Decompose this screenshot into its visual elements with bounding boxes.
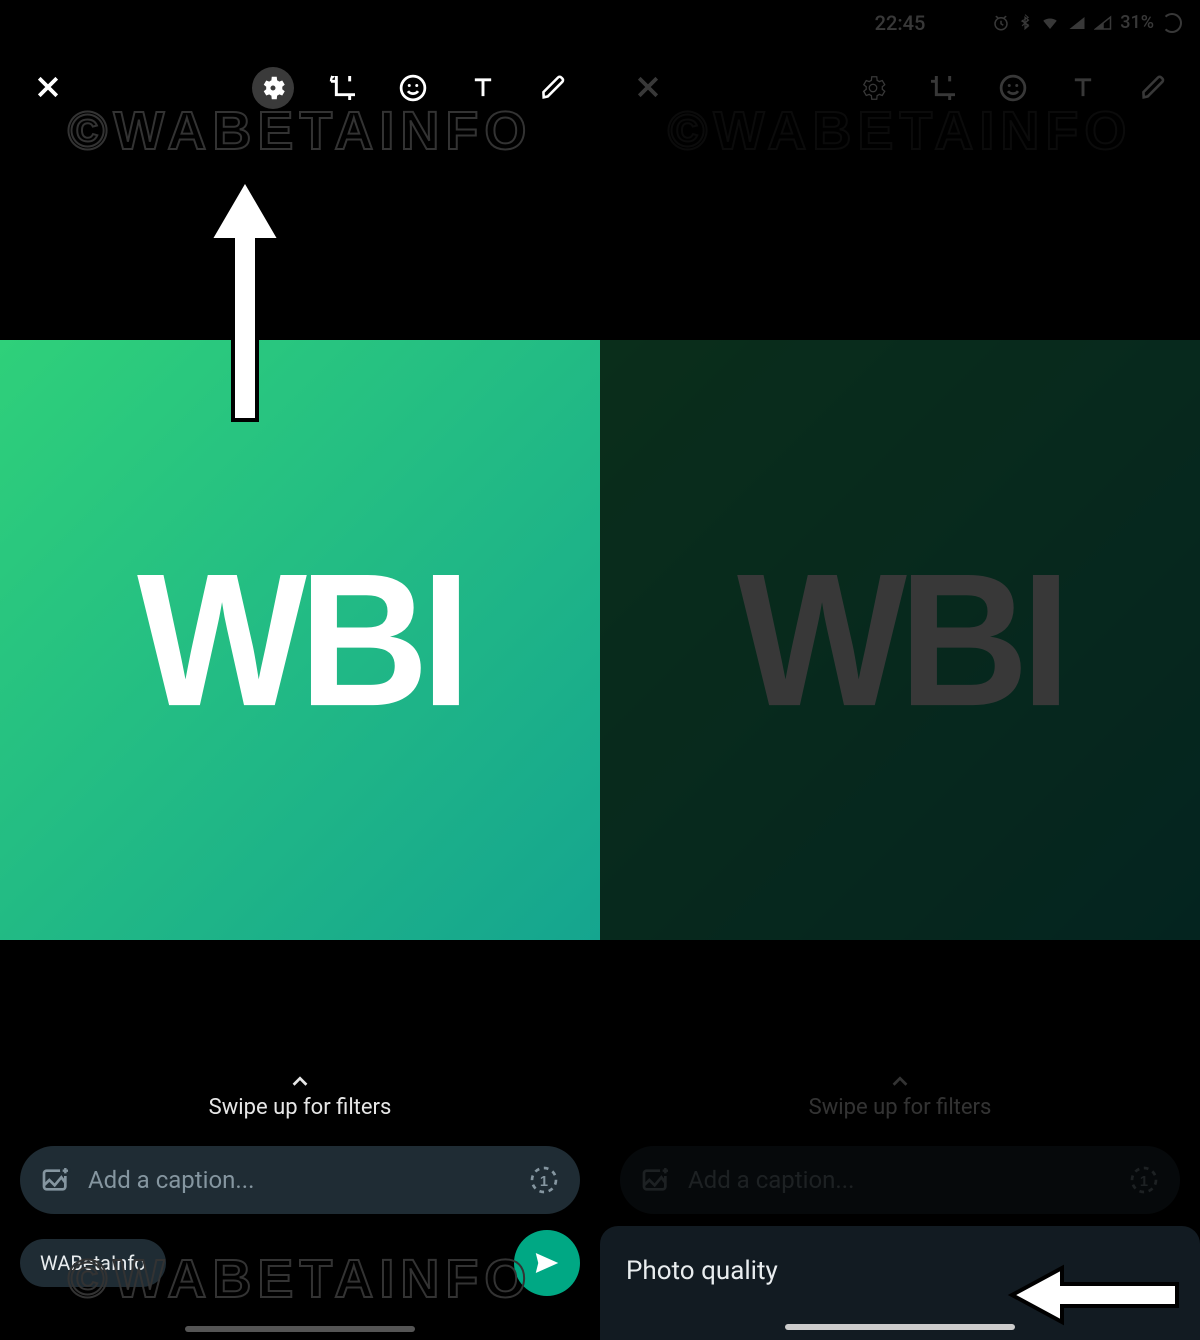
text-icon (1069, 74, 1097, 102)
battery-percent: 31% (1120, 12, 1154, 33)
swipe-hint-label: Swipe up for filters (809, 1095, 992, 1120)
image-logo-text: WBI (137, 531, 463, 748)
status-bar: 22:45 31% (600, 0, 1200, 45)
loading-spinner-icon (1162, 13, 1182, 33)
crop-rotate-button[interactable] (922, 67, 964, 109)
pencil-icon (539, 74, 567, 102)
signal-icon-2 (1094, 14, 1112, 32)
send-button[interactable] (514, 1230, 580, 1296)
view-once-icon[interactable]: 1 (528, 1164, 560, 1196)
crop-rotate-icon (927, 72, 959, 104)
chevron-up-icon (887, 1071, 913, 1093)
annotation-arrow-up (195, 170, 295, 430)
text-button[interactable] (462, 67, 504, 109)
status-icons: 31% (992, 0, 1182, 45)
caption-input[interactable]: Add a caption... (88, 1166, 512, 1194)
caption-input-row: Add a caption... 1 (20, 1146, 580, 1214)
wifi-icon (1040, 14, 1060, 32)
close-icon (633, 72, 663, 102)
status-time: 22:45 (875, 11, 926, 35)
text-button[interactable] (1062, 67, 1104, 109)
emoji-icon (998, 73, 1028, 103)
close-icon (33, 72, 63, 102)
draw-button[interactable] (1132, 67, 1174, 109)
media-preview[interactable]: WBI (0, 340, 600, 940)
gear-icon (258, 73, 288, 103)
crop-rotate-icon (327, 72, 359, 104)
gesture-bar (0, 1326, 600, 1340)
gallery-add-icon[interactable] (640, 1164, 672, 1196)
bluetooth-icon (1018, 14, 1032, 32)
emoji-button[interactable] (992, 67, 1034, 109)
swipe-hint-label: Swipe up for filters (209, 1095, 392, 1120)
swipe-up-filters[interactable]: Swipe up for filters (0, 1071, 600, 1146)
pencil-icon (1139, 74, 1167, 102)
text-icon (469, 74, 497, 102)
editor-toolbar (600, 45, 1200, 210)
close-button[interactable] (628, 67, 668, 107)
svg-text:1: 1 (1140, 1174, 1148, 1190)
signal-icon-1 (1068, 14, 1086, 32)
caption-input-row: Add a caption... 1 (620, 1146, 1180, 1214)
emoji-button[interactable] (392, 67, 434, 109)
crop-rotate-button[interactable] (322, 67, 364, 109)
media-preview[interactable]: WBI (600, 340, 1200, 940)
emoji-icon (398, 73, 428, 103)
recipient-chip[interactable]: WABetaInfo (20, 1239, 166, 1287)
chevron-up-icon (287, 1071, 313, 1093)
alarm-icon (992, 14, 1010, 32)
editor-toolbar (0, 45, 600, 210)
annotation-arrow-left (1002, 1260, 1182, 1330)
gear-icon (858, 73, 888, 103)
draw-button[interactable] (532, 67, 574, 109)
send-icon (532, 1248, 562, 1278)
settings-button[interactable] (852, 67, 894, 109)
svg-text:1: 1 (540, 1174, 548, 1190)
swipe-up-filters[interactable]: Swipe up for filters (600, 1071, 1200, 1146)
view-once-icon[interactable]: 1 (1128, 1164, 1160, 1196)
caption-input[interactable]: Add a caption... (688, 1166, 1112, 1194)
settings-button[interactable] (252, 67, 294, 109)
media-editor-screen-sheet-open: 22:45 31% ©WABETAINFO (600, 0, 1200, 1340)
gallery-add-icon[interactable] (40, 1164, 72, 1196)
media-editor-screen: ©WABETAINFO (0, 0, 600, 1340)
close-button[interactable] (28, 67, 68, 107)
image-logo-text: WBI (737, 531, 1063, 748)
